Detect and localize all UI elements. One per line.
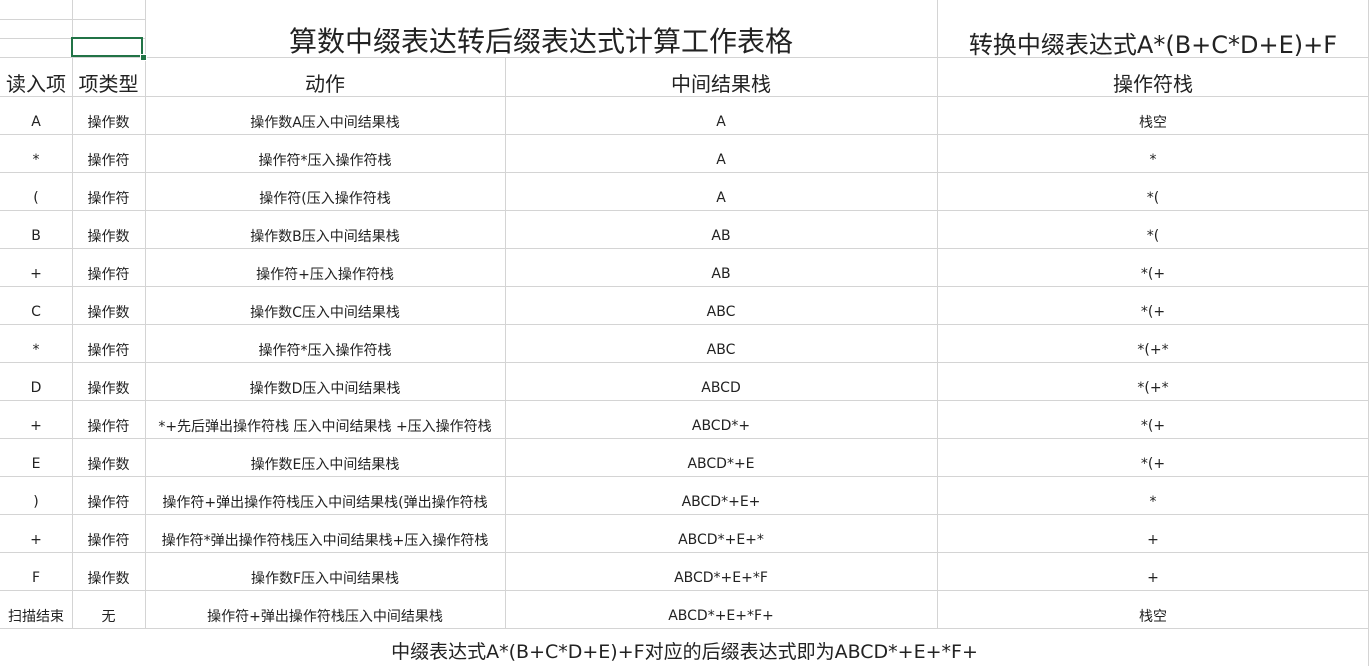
cell-result-stack[interactable]: ABC [505,332,937,368]
cell-type[interactable]: 操作符 [72,256,145,292]
cell-result-stack[interactable]: ABCD*+E+*F [505,560,937,596]
cell-action[interactable]: 操作数A压入中间结果栈 [145,104,505,140]
cell-type[interactable]: 操作数 [72,446,145,482]
cell-action[interactable]: *+先后弹出操作符栈 压入中间结果栈 +压入操作符栈 [145,408,505,444]
cell-input[interactable]: + [0,408,72,444]
cell-input[interactable]: * [0,332,72,368]
cell-result-stack[interactable]: ABCD*+ [505,408,937,444]
cell-type[interactable]: 操作数 [72,370,145,406]
cell-result-stack[interactable]: ABCD*+E+*F+ [505,598,937,634]
cell-operator-stack[interactable]: * [937,484,1369,520]
cell-action[interactable]: 操作数B压入中间结果栈 [145,218,505,254]
cell-operator-stack[interactable]: *(+ [937,294,1369,330]
cell-type[interactable]: 操作数 [72,104,145,140]
cell-operator-stack[interactable]: * [937,142,1369,178]
cell-input[interactable]: ( [0,180,72,216]
cell-result-stack[interactable]: ABCD [505,370,937,406]
cell-type[interactable]: 操作数 [72,560,145,596]
cell-operator-stack[interactable]: 栈空 [937,598,1369,634]
cell-action[interactable]: 操作数E压入中间结果栈 [145,446,505,482]
cell-operator-stack[interactable]: *(+ [937,446,1369,482]
cell-action[interactable]: 操作符*压入操作符栈 [145,142,505,178]
cell-input[interactable]: B [0,218,72,254]
cell-action[interactable]: 操作符*弹出操作符栈压入中间结果栈+压入操作符栈 [145,522,505,558]
cell-action[interactable]: 操作符+弹出操作符栈压入中间结果栈(弹出操作符栈 [145,484,505,520]
cell-type[interactable]: 操作符 [72,180,145,216]
cell-operator-stack[interactable]: *(+ [937,256,1369,292]
cell-input[interactable]: A [0,104,72,140]
cell-operator-stack[interactable]: *( [937,218,1369,254]
col-header-operator-stack: 操作符栈 [1113,71,1193,96]
cell-input[interactable]: + [0,522,72,558]
cell-type[interactable]: 无 [72,598,145,634]
cell-operator-stack[interactable]: 栈空 [937,104,1369,140]
cell-operator-stack[interactable]: *( [937,180,1369,216]
cell-type[interactable]: 操作符 [72,522,145,558]
expression-title: 转换中缀表达式A*(B+C*D+E)+F [968,30,1338,59]
cell-type[interactable]: 操作符 [72,142,145,178]
cell-input[interactable]: 扫描结束 [0,598,72,634]
cell-result-stack[interactable]: A [505,142,937,178]
cell-type[interactable]: 操作数 [72,218,145,254]
cell-action[interactable]: 操作符+压入操作符栈 [145,256,505,292]
col-header-input: 读入项 [6,71,66,96]
cell-operator-stack[interactable]: + [937,522,1369,558]
cell-input[interactable]: + [0,256,72,292]
cell-input[interactable]: * [0,142,72,178]
cell-operator-stack[interactable]: *(+* [937,370,1369,406]
cell-result-stack[interactable]: A [505,104,937,140]
cell-input[interactable]: D [0,370,72,406]
cell-action[interactable]: 操作数F压入中间结果栈 [145,560,505,596]
cell-type[interactable]: 操作符 [72,484,145,520]
cell-operator-stack[interactable]: + [937,560,1369,596]
cell-result-stack[interactable]: ABCD*+E [505,446,937,482]
cell-result-stack[interactable]: ABC [505,294,937,330]
cell-result-stack[interactable]: AB [505,218,937,254]
cell-action[interactable]: 操作数C压入中间结果栈 [145,294,505,330]
cell-operator-stack[interactable]: *(+ [937,408,1369,444]
col-header-type: 项类型 [78,71,139,96]
cell-result-stack[interactable]: AB [505,256,937,292]
cell-type[interactable]: 操作符 [72,408,145,444]
cell-input[interactable]: E [0,446,72,482]
cell-action[interactable]: 操作符+弹出操作符栈压入中间结果栈 [145,598,505,634]
cell-input[interactable]: C [0,294,72,330]
cell-type[interactable]: 操作数 [72,294,145,330]
cell-action[interactable]: 操作数D压入中间结果栈 [145,370,505,406]
col-header-result-stack: 中间结果栈 [671,71,771,96]
cell-result-stack[interactable]: ABCD*+E+* [505,522,937,558]
cell-result-stack[interactable]: ABCD*+E+ [505,484,937,520]
cell-result-stack[interactable]: A [505,180,937,216]
col-header-action: 动作 [305,71,345,96]
sheet-title: 算数中缀表达转后缀表达式计算工作表格 [288,25,793,58]
cell-input[interactable]: F [0,560,72,596]
result-footer: 中缀表达式A*(B+C*D+E)+F对应的后缀表达式即为ABCD*+E+*F+ [391,640,978,663]
cell-action[interactable]: 操作符*压入操作符栈 [145,332,505,368]
selected-cell[interactable] [71,37,143,57]
cell-type[interactable]: 操作符 [72,332,145,368]
cell-action[interactable]: 操作符(压入操作符栈 [145,180,505,216]
cell-operator-stack[interactable]: *(+* [937,332,1369,368]
spreadsheet-grid: 算数中缀表达转后缀表达式计算工作表格 转换中缀表达式A*(B+C*D+E)+F … [0,0,1369,666]
cell-input[interactable]: ) [0,484,72,520]
